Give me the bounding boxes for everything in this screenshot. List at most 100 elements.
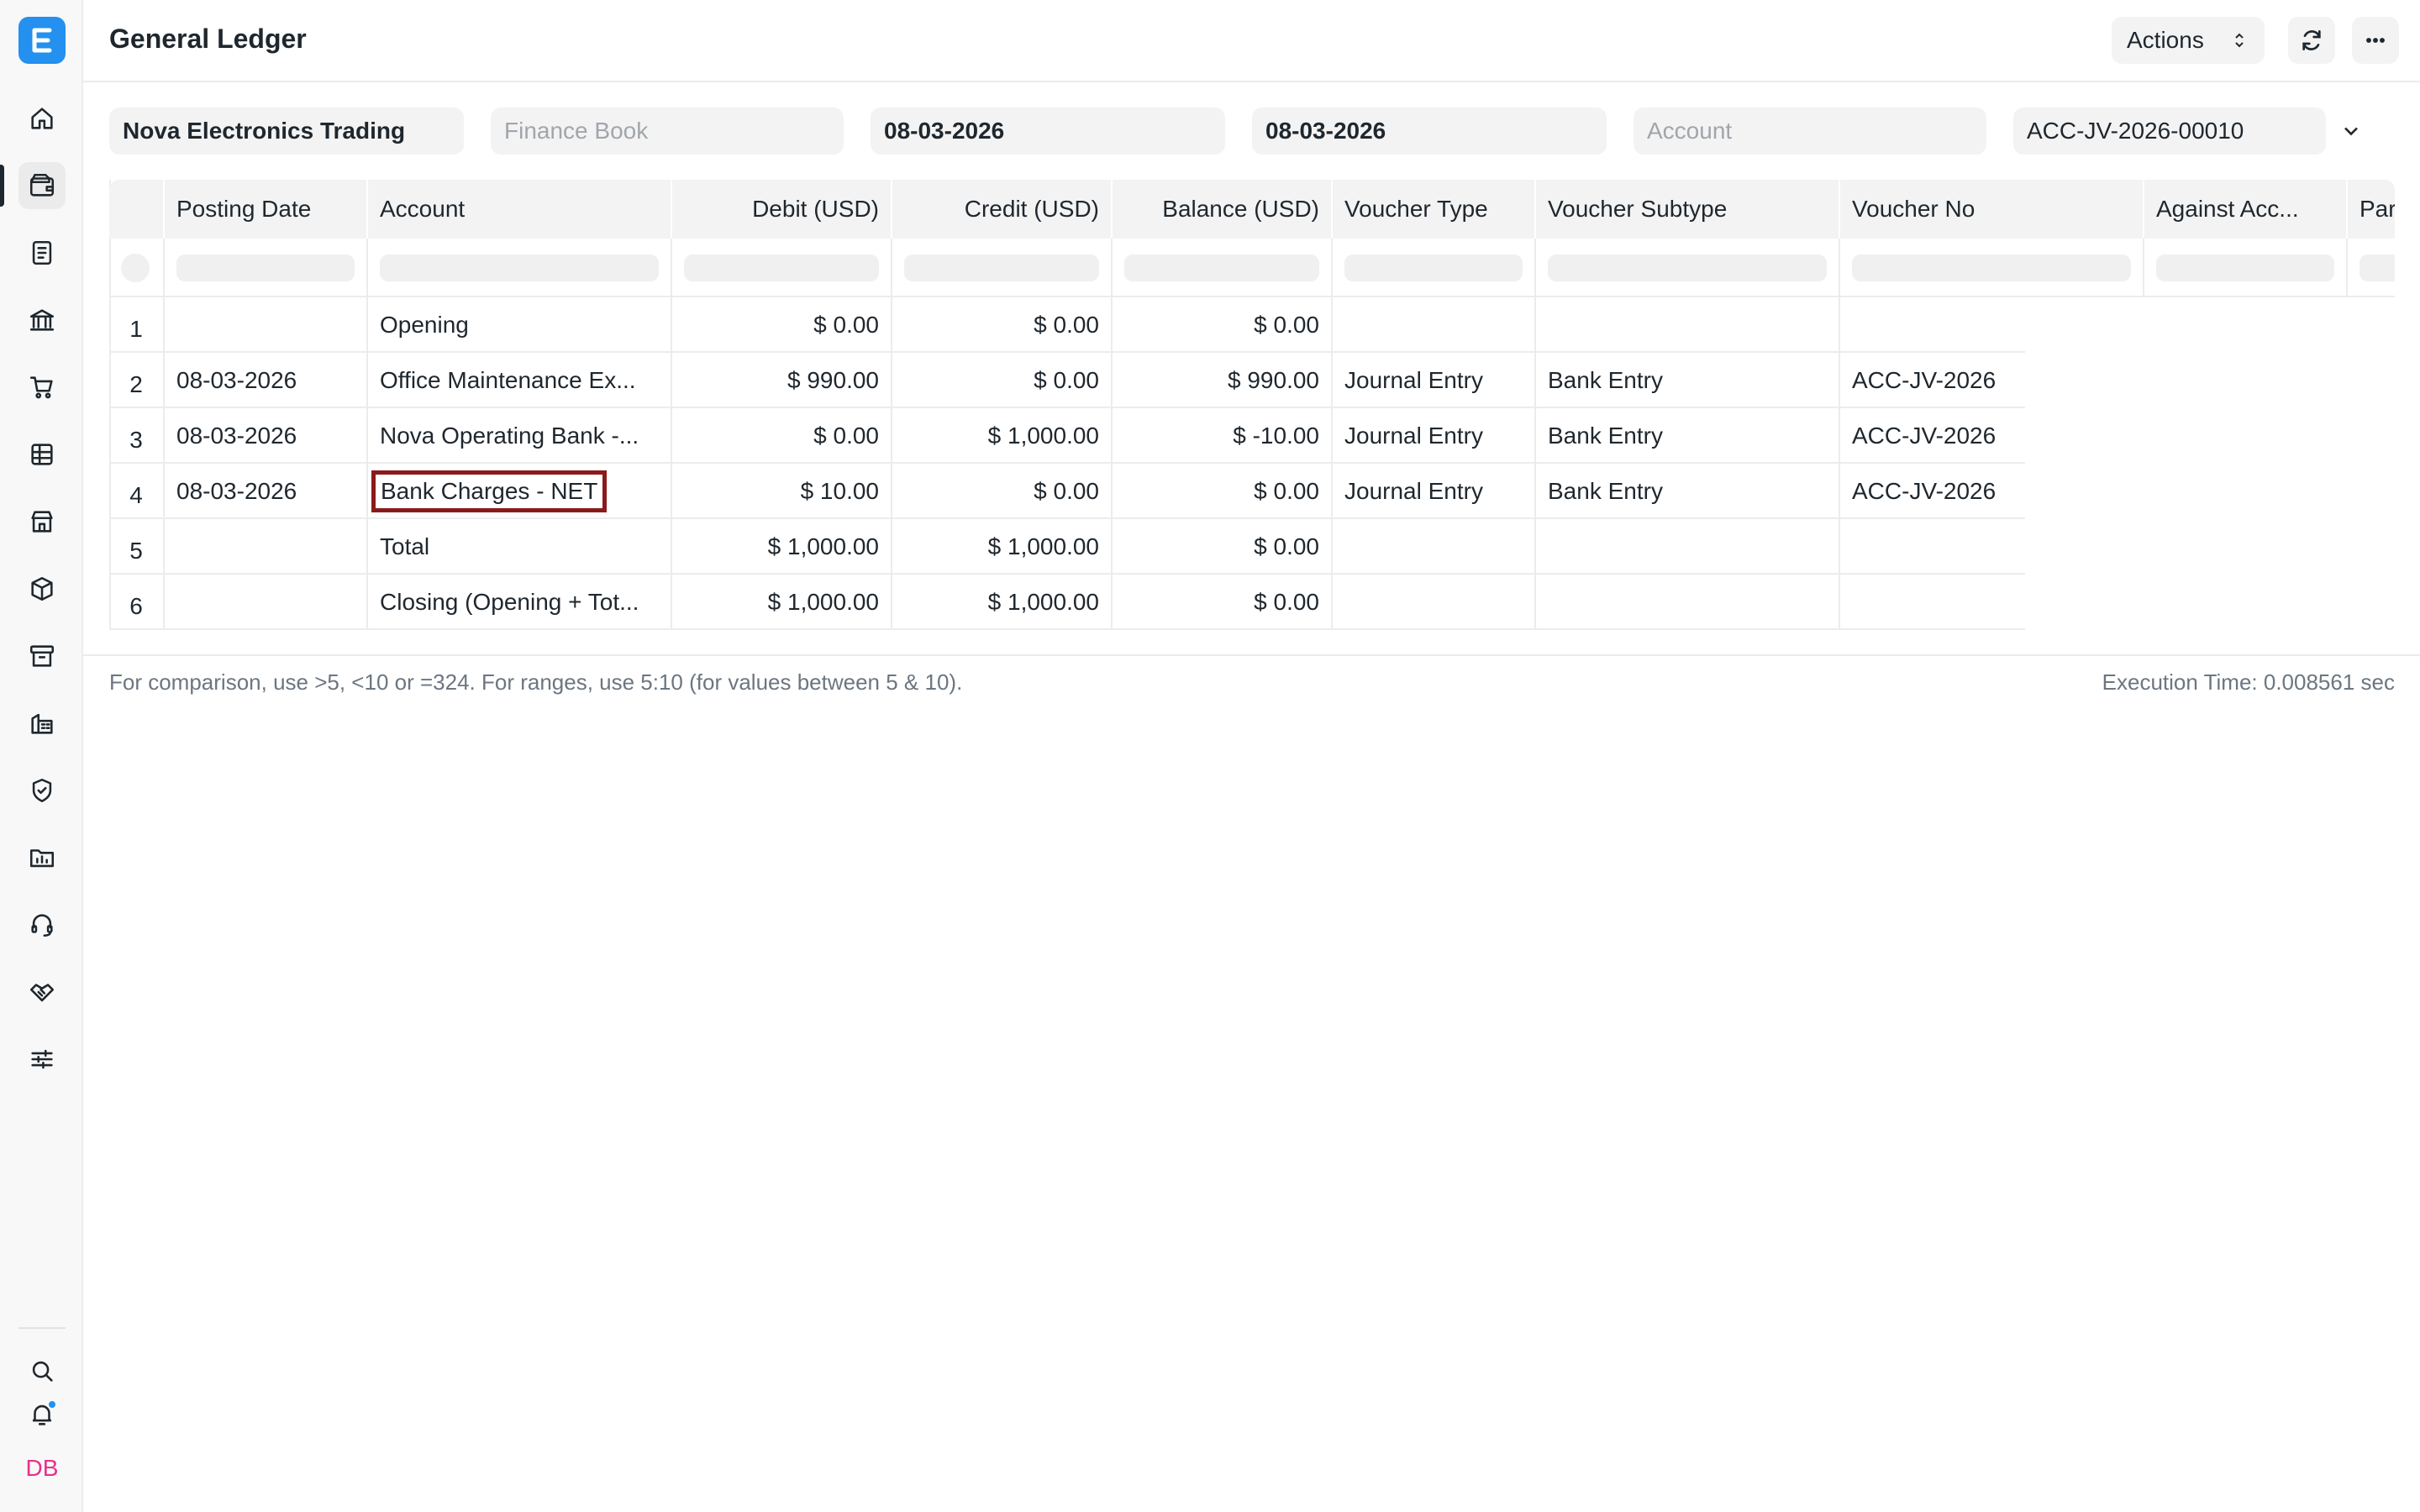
nav-invoicing[interactable] bbox=[18, 229, 66, 276]
balance-column-filter[interactable] bbox=[1124, 255, 1319, 281]
voucher-no-cell[interactable] bbox=[1840, 519, 2025, 575]
credit-cell[interactable]: $ 0.00 bbox=[892, 297, 1113, 353]
voucher-subtype-cell[interactable] bbox=[1536, 297, 1840, 353]
col-header-debit[interactable]: Debit (USD) bbox=[672, 180, 892, 239]
debit-column-filter[interactable] bbox=[684, 255, 879, 281]
balance-cell[interactable]: $ 990.00 bbox=[1113, 353, 1333, 408]
credit-cell[interactable]: $ 0.00 bbox=[892, 464, 1113, 519]
nav-accounting[interactable] bbox=[18, 162, 66, 209]
nav-assets[interactable] bbox=[18, 633, 66, 680]
notifications-button[interactable] bbox=[18, 1391, 66, 1438]
posting-date-cell[interactable] bbox=[165, 575, 368, 630]
debit-cell[interactable]: $ 10.00 bbox=[672, 464, 892, 519]
col-header-voucher-type[interactable]: Voucher Type bbox=[1333, 180, 1536, 239]
voucher-type-cell[interactable] bbox=[1333, 297, 1536, 353]
col-header-against-account[interactable]: Against Acc... bbox=[2144, 180, 2348, 239]
voucher-subtype-cell[interactable]: Bank Entry bbox=[1536, 464, 1840, 519]
finance-book-filter[interactable] bbox=[491, 108, 844, 155]
debit-cell[interactable]: $ 0.00 bbox=[672, 297, 892, 353]
highlighted-account[interactable]: Bank Charges - NET bbox=[371, 470, 608, 512]
balance-cell[interactable]: $ 0.00 bbox=[1113, 519, 1333, 575]
debit-cell[interactable]: $ 1,000.00 bbox=[672, 519, 892, 575]
posting-date-cell[interactable] bbox=[165, 519, 368, 575]
table-row[interactable]: 2 08-03-2026 Office Maintenance Ex... $ … bbox=[109, 353, 2025, 408]
more-filters-toggle[interactable] bbox=[2336, 116, 2366, 146]
balance-cell[interactable]: $ 0.00 bbox=[1113, 464, 1333, 519]
account-cell[interactable]: Nova Operating Bank -... bbox=[368, 408, 672, 464]
col-header-party[interactable]: Par bbox=[2348, 180, 2395, 239]
credit-cell[interactable]: $ 1,000.00 bbox=[892, 408, 1113, 464]
nav-home[interactable] bbox=[18, 95, 66, 142]
voucher-type-cell[interactable]: Journal Entry bbox=[1333, 408, 1536, 464]
voucher-no-cell[interactable] bbox=[1840, 575, 2025, 630]
nav-crm[interactable] bbox=[18, 969, 66, 1016]
voucher-no-cell[interactable]: ACC-JV-2026 bbox=[1840, 353, 2025, 408]
user-avatar[interactable]: DB bbox=[18, 1445, 66, 1492]
nav-banking[interactable] bbox=[18, 297, 66, 344]
voucher-type-cell[interactable] bbox=[1333, 519, 1536, 575]
posting-date-cell[interactable] bbox=[165, 297, 368, 353]
posting-date-cell[interactable]: 08-03-2026 bbox=[165, 408, 368, 464]
voucher-subtype-cell[interactable]: Bank Entry bbox=[1536, 408, 1840, 464]
voucher-no-filter[interactable] bbox=[2013, 108, 2326, 155]
to-date-filter[interactable] bbox=[1252, 108, 1607, 155]
credit-cell[interactable]: $ 0.00 bbox=[892, 353, 1113, 408]
account-column-filter[interactable] bbox=[380, 255, 659, 281]
voucher-type-column-filter[interactable] bbox=[1344, 255, 1523, 281]
balance-cell[interactable]: $ -10.00 bbox=[1113, 408, 1333, 464]
account-cell[interactable]: Total bbox=[368, 519, 672, 575]
voucher-type-cell[interactable]: Journal Entry bbox=[1333, 353, 1536, 408]
col-header-credit[interactable]: Credit (USD) bbox=[892, 180, 1113, 239]
table-row[interactable]: 1 Opening $ 0.00 $ 0.00 $ 0.00 bbox=[109, 297, 2025, 353]
account-cell[interactable]: Bank Charges - NET bbox=[368, 464, 672, 519]
more-options-button[interactable] bbox=[2352, 17, 2399, 64]
debit-cell[interactable]: $ 0.00 bbox=[672, 408, 892, 464]
table-row[interactable]: 6 Closing (Opening + Tot... $ 1,000.00 $… bbox=[109, 575, 2025, 630]
account-filter[interactable] bbox=[1634, 108, 1986, 155]
table-row[interactable]: 5 Total $ 1,000.00 $ 1,000.00 $ 0.00 bbox=[109, 519, 2025, 575]
nav-manufacturing[interactable] bbox=[18, 700, 66, 747]
account-cell[interactable]: Closing (Opening + Tot... bbox=[368, 575, 672, 630]
credit-cell[interactable]: $ 1,000.00 bbox=[892, 519, 1113, 575]
voucher-subtype-cell[interactable] bbox=[1536, 575, 1840, 630]
voucher-subtype-cell[interactable] bbox=[1536, 519, 1840, 575]
credit-column-filter[interactable] bbox=[904, 255, 1099, 281]
nav-reports[interactable] bbox=[18, 431, 66, 478]
voucher-no-cell[interactable] bbox=[1840, 297, 2025, 353]
against-account-column-filter[interactable] bbox=[2156, 255, 2334, 281]
search-button[interactable] bbox=[18, 1347, 66, 1394]
refresh-button[interactable] bbox=[2288, 17, 2335, 64]
posting-date-column-filter[interactable] bbox=[176, 255, 355, 281]
col-header-posting-date[interactable]: Posting Date bbox=[165, 180, 368, 239]
table-row[interactable]: 4 08-03-2026 Bank Charges - NET $ 10.00 … bbox=[109, 464, 2025, 519]
col-header-account[interactable]: Account bbox=[368, 180, 672, 239]
nav-buying[interactable] bbox=[18, 364, 66, 411]
col-header-voucher-no[interactable]: Voucher No bbox=[1840, 180, 2144, 239]
nav-support[interactable] bbox=[18, 901, 66, 948]
app-logo[interactable] bbox=[18, 17, 66, 64]
voucher-subtype-cell[interactable]: Bank Entry bbox=[1536, 353, 1840, 408]
voucher-no-column-filter[interactable] bbox=[1852, 255, 2131, 281]
voucher-no-cell[interactable]: ACC-JV-2026 bbox=[1840, 464, 2025, 519]
actions-button[interactable]: Actions bbox=[2112, 17, 2265, 64]
debit-cell[interactable]: $ 990.00 bbox=[672, 353, 892, 408]
nav-quality[interactable] bbox=[18, 767, 66, 814]
nav-projects[interactable] bbox=[18, 834, 66, 881]
col-header-balance[interactable]: Balance (USD) bbox=[1113, 180, 1333, 239]
posting-date-cell[interactable]: 08-03-2026 bbox=[165, 464, 368, 519]
nav-selling[interactable] bbox=[18, 498, 66, 545]
voucher-no-cell[interactable]: ACC-JV-2026 bbox=[1840, 408, 2025, 464]
company-filter[interactable] bbox=[109, 108, 464, 155]
from-date-filter[interactable] bbox=[871, 108, 1225, 155]
select-all-checkbox[interactable] bbox=[121, 254, 150, 282]
table-row[interactable]: 3 08-03-2026 Nova Operating Bank -... $ … bbox=[109, 408, 2025, 464]
nav-stock[interactable] bbox=[18, 565, 66, 612]
posting-date-cell[interactable]: 08-03-2026 bbox=[165, 353, 368, 408]
col-header-voucher-subtype[interactable]: Voucher Subtype bbox=[1536, 180, 1840, 239]
nav-settings[interactable] bbox=[18, 1036, 66, 1083]
balance-cell[interactable]: $ 0.00 bbox=[1113, 297, 1333, 353]
credit-cell[interactable]: $ 1,000.00 bbox=[892, 575, 1113, 630]
party-column-filter[interactable] bbox=[2360, 255, 2395, 281]
account-cell[interactable]: Office Maintenance Ex... bbox=[368, 353, 672, 408]
voucher-subtype-column-filter[interactable] bbox=[1548, 255, 1827, 281]
